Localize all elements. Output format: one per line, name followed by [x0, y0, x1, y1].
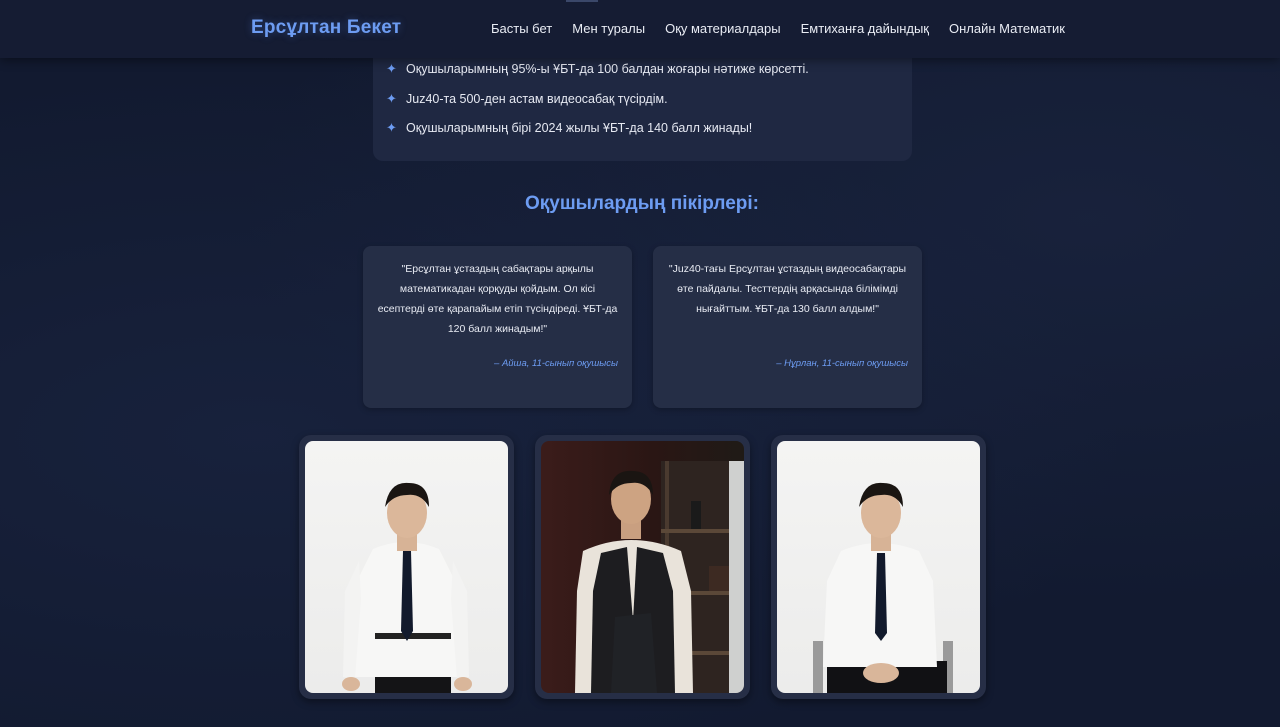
- photo-card-vest: [535, 435, 750, 699]
- sparkle-icon: ✦: [386, 91, 397, 106]
- testimonial-author: – Нұрлан, 11-сынып оқушысы: [776, 358, 908, 369]
- sparkle-icon: ✦: [386, 61, 397, 76]
- nav-online-math[interactable]: Онлайн Математик: [949, 21, 1065, 36]
- achievement-item: ✦ Оқушыларымның бірі 2024 жылы ҰБТ-да 14…: [386, 120, 752, 136]
- testimonial-card: "Juz40-тағы Ерсұлтан ұстаздың видеосабақ…: [653, 246, 922, 408]
- testimonial-quote: "Juz40-тағы Ерсұлтан ұстаздың видеосабақ…: [668, 263, 907, 315]
- achievement-text: Оқушыларымның 95%-ы ҰБТ-да 100 балдан жо…: [406, 62, 809, 76]
- achievement-item: ✦ Оқушыларымның 95%-ы ҰБТ-да 100 балдан …: [386, 61, 809, 77]
- testimonial-quote: "Ерсұлтан ұстаздың сабақтары арқылы мате…: [377, 263, 618, 335]
- achievement-item: ✦ Juz40-та 500-ден астам видеосабақ түсі…: [386, 91, 668, 107]
- testimonial-card: "Ерсұлтан ұстаздың сабақтары арқылы мате…: [363, 246, 632, 408]
- testimonial-author: – Айша, 11-сынып оқушысы: [494, 358, 618, 369]
- main-nav: Басты бет Мен туралы Оқу материалдары Ем…: [491, 21, 1085, 36]
- teacher-photo: [777, 441, 980, 693]
- achievement-text: Juz40-та 500-ден астам видеосабақ түсірд…: [406, 92, 668, 106]
- achievement-text: Оқушыларымның бірі 2024 жылы ҰБТ-да 140 …: [406, 121, 753, 135]
- nav-materials[interactable]: Оқу материалдары: [665, 21, 781, 36]
- header-accent-line: [566, 0, 598, 2]
- teacher-photo: [305, 441, 508, 693]
- achievements-card: ✦ Оқушыларымның 95%-ы ҰБТ-да 100 балдан …: [373, 40, 912, 161]
- testimonials-title: Оқушылардың пікірлері:: [524, 193, 759, 214]
- site-header: Ерсұлтан Бекет Басты бет Мен туралы Оқу …: [0, 0, 1280, 58]
- site-brand[interactable]: Ерсұлтан Бекет: [251, 17, 401, 39]
- photo-card-seated: [771, 435, 986, 699]
- photo-card-standing: [299, 435, 514, 699]
- nav-home[interactable]: Басты бет: [491, 21, 552, 36]
- nav-exam-prep[interactable]: Емтиханға дайындық: [801, 21, 929, 36]
- sparkle-icon: ✦: [386, 120, 397, 135]
- teacher-photo: [541, 441, 744, 693]
- nav-about[interactable]: Мен туралы: [572, 21, 645, 36]
